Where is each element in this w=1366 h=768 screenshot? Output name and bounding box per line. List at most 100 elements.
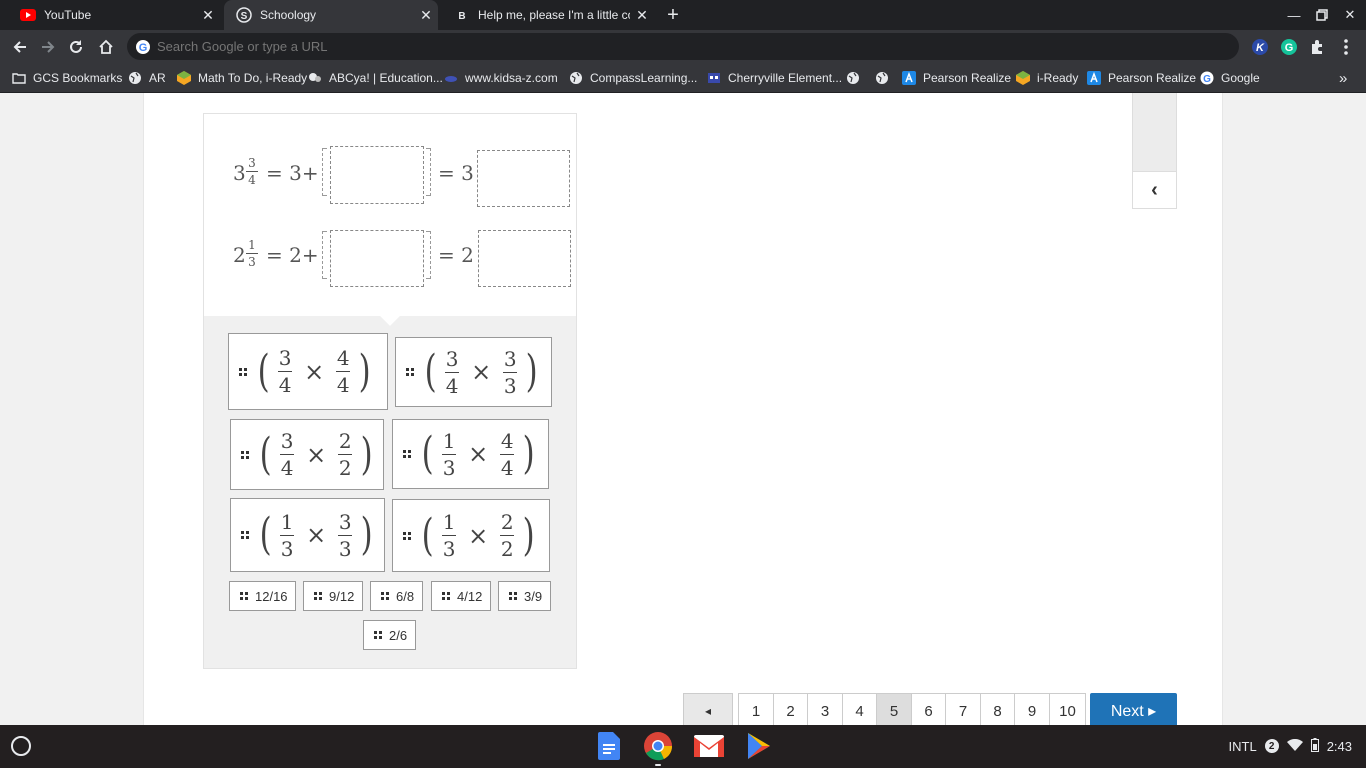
grammarly-icon[interactable]: G [1279, 37, 1299, 57]
bookmark-google[interactable]: G Google [1200, 68, 1260, 88]
tab-brainly[interactable]: B Help me, please I'm a little confu ✕ [442, 0, 654, 30]
back-icon[interactable] [7, 34, 33, 60]
denominator: 2 [338, 456, 352, 480]
page-2[interactable]: 2 [773, 693, 808, 725]
denominator: 3 [442, 537, 456, 561]
bookmark-cherryville[interactable]: Cherryville Element... [707, 68, 842, 88]
page-5-current[interactable]: 5 [876, 693, 912, 725]
expression-tile-4[interactable]: ( 13 × 44 ) [392, 419, 549, 489]
google-icon: G [1200, 71, 1214, 85]
new-tab-button[interactable]: + [662, 3, 684, 27]
collapse-panel-button[interactable]: ‹ [1133, 171, 1176, 208]
k-extension-icon[interactable]: K [1250, 37, 1270, 57]
forward-icon[interactable] [35, 34, 61, 60]
equation-row-1: 3 3 4 = 3+ = 3 [204, 144, 576, 207]
expression-tile-2[interactable]: ( 34 × 33 ) [395, 337, 552, 407]
bookmark-ar[interactable]: AR [128, 68, 166, 88]
drop-zone-row1-a[interactable] [330, 146, 424, 204]
expression-tile-6[interactable]: ( 1 3 × 2 2 ) [392, 499, 550, 572]
denominator: 3 [442, 455, 456, 480]
bookmark-globe-2[interactable] [875, 68, 896, 88]
bookmark-compass[interactable]: CompassLearning... [569, 68, 697, 88]
page-4[interactable]: 4 [842, 693, 877, 725]
close-window-icon[interactable]: ✕ [1336, 0, 1364, 30]
answer-chip-4[interactable]: 4/12 [431, 581, 491, 611]
reload-icon[interactable] [63, 34, 89, 60]
bookmark-iready[interactable]: i-Ready [1016, 68, 1078, 88]
folder-icon [12, 71, 26, 85]
paren: ) [525, 346, 538, 397]
close-tab-icon[interactable]: ✕ [414, 7, 438, 24]
denominator: 4 [445, 373, 459, 398]
times-symbol: × [306, 440, 327, 469]
side-panel: ‹ [1132, 93, 1177, 209]
home-icon[interactable] [93, 34, 119, 60]
docs-icon[interactable] [594, 731, 624, 761]
ime-indicator: INTL [1228, 738, 1257, 754]
page-1[interactable]: 1 [738, 693, 774, 725]
drop-zone-row2-b[interactable] [478, 230, 571, 287]
bracket-left [322, 231, 327, 279]
bookmark-label: CompassLearning... [590, 71, 698, 85]
close-tab-icon[interactable]: ✕ [196, 7, 220, 24]
address-bar[interactable]: G [127, 33, 1239, 60]
minimize-icon[interactable]: — [1280, 0, 1308, 30]
page-7[interactable]: 7 [945, 693, 981, 725]
bookmark-globe-1[interactable] [846, 68, 867, 88]
tab-schoology[interactable]: S Schoology ✕ [224, 0, 438, 30]
bookmark-gcs[interactable]: GCS Bookmarks [12, 68, 122, 88]
close-tab-icon[interactable]: ✕ [630, 7, 654, 24]
page-8[interactable]: 8 [980, 693, 1015, 725]
answer-chip-6[interactable]: 2/6 [363, 620, 416, 650]
bookmark-abcya[interactable]: ABCya! | Education... [308, 68, 443, 88]
bookmark-pearson-2[interactable]: Pearson Realize [1087, 68, 1196, 88]
browser-toolbar: G K G [0, 30, 1366, 63]
bookmark-label: ABCya! | Education... [329, 71, 443, 85]
tab-title: Schoology [260, 8, 317, 22]
page-10[interactable]: 10 [1049, 693, 1086, 725]
paren: ) [522, 509, 535, 561]
abcya-icon [308, 71, 322, 85]
drop-zone-row2-a[interactable] [330, 230, 424, 287]
school-icon [707, 71, 721, 85]
answer-chip-3[interactable]: 6/8 [370, 581, 423, 611]
expression-tile-5[interactable]: ( 13 × 33 ) [230, 498, 385, 572]
drag-handle-icon [406, 368, 414, 376]
bookmark-label: i-Ready [1037, 71, 1079, 85]
next-button[interactable]: Next ▸ [1090, 693, 1177, 725]
restore-icon[interactable] [1308, 0, 1336, 30]
answer-chip-1[interactable]: 12/16 [229, 581, 296, 611]
drop-zone-row1-b[interactable] [477, 150, 570, 207]
chrome-icon[interactable] [643, 731, 673, 761]
page-6[interactable]: 6 [911, 693, 946, 725]
answer-bank: ( 34 × 44 ) ( 34 × 33 ) (3 4 × 2 2) (… [204, 306, 576, 668]
numerator: 3 [248, 156, 256, 170]
numerator: 1 [280, 509, 294, 534]
mixed-fraction: 3 4 [246, 156, 258, 187]
launcher-icon[interactable] [11, 736, 31, 756]
chip-label: 2/6 [389, 627, 408, 643]
answer-chip-5[interactable]: 3/9 [498, 581, 551, 611]
whole-number: 2 [233, 243, 246, 267]
bookmark-pearson-1[interactable]: Pearson Realize [902, 68, 1011, 88]
expression-tile-1[interactable]: ( 3 4 × 4 4 ) [228, 333, 388, 410]
play-store-icon[interactable] [744, 731, 774, 761]
gmail-icon[interactable] [694, 731, 724, 761]
pearson-icon [1087, 71, 1101, 85]
answer-chip-2[interactable]: 9/12 [303, 581, 363, 611]
address-input[interactable] [157, 39, 1239, 54]
bookmarks-overflow-button[interactable]: » [1339, 68, 1347, 88]
page-3[interactable]: 3 [807, 693, 843, 725]
status-tray[interactable]: INTL 2 2:43 [1221, 733, 1352, 759]
menu-kebab-icon[interactable] [1336, 37, 1356, 57]
expression-tile-3[interactable]: ( 3 4 × 2 2 ) [230, 419, 384, 490]
drag-drop-question: 3 3 4 = 3+ = 3 2 1 3 = 2+ = 2 (3 4 × 4 … [203, 113, 577, 669]
bookmark-math-iready[interactable]: Math To Do, i-Ready [177, 68, 307, 88]
denominator: 4 [336, 373, 350, 397]
extensions-puzzle-icon[interactable] [1307, 37, 1327, 57]
prev-page-button[interactable]: ◂ [683, 693, 733, 725]
drag-handle-icon [509, 592, 517, 600]
tab-youtube[interactable]: YouTube ✕ [8, 0, 220, 30]
page-9[interactable]: 9 [1014, 693, 1050, 725]
bookmark-kidsaz[interactable]: www.kidsa-z.com [444, 68, 558, 88]
